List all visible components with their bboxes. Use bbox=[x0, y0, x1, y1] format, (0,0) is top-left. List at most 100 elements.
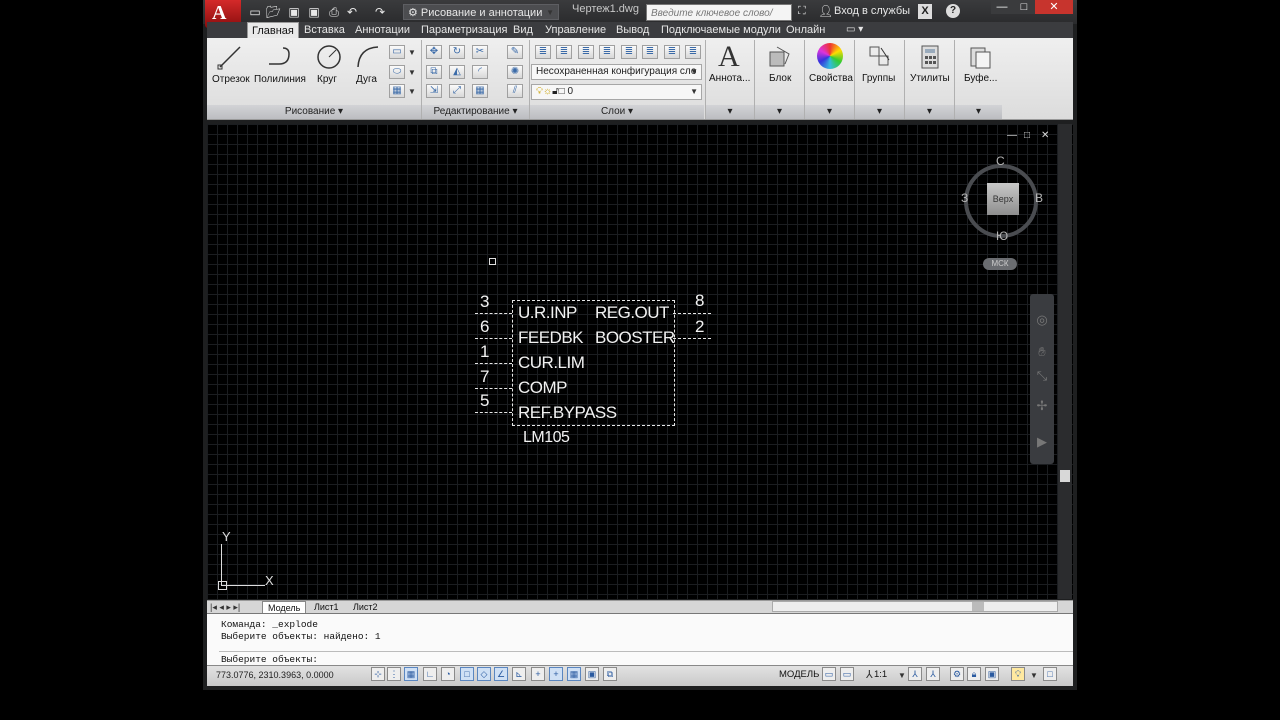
polar-tracking-icon[interactable]: ◔ bbox=[441, 667, 455, 681]
ortho-mode-icon[interactable]: ∟ bbox=[423, 667, 437, 681]
fillet-icon[interactable]: ◜ bbox=[472, 65, 488, 79]
signin-button[interactable]: Вход в службы bbox=[834, 5, 910, 17]
quick-view-layouts-icon[interactable]: ▭ bbox=[822, 667, 836, 681]
workspace-dropdown[interactable]: ⚙ Рисование и аннотации ▼ bbox=[403, 4, 559, 20]
layer-match-icon[interactable]: ≣ bbox=[664, 45, 680, 59]
tab-annotate[interactable]: Аннотации bbox=[355, 22, 410, 38]
annotation-panel-expand[interactable]: ▾ bbox=[706, 105, 754, 119]
infer-constraints-icon[interactable]: ⊹ bbox=[371, 667, 385, 681]
undo-icon[interactable]: ↶ bbox=[345, 5, 359, 19]
tab-output[interactable]: Вывод bbox=[616, 22, 649, 38]
hatch-icon[interactable]: ▦ bbox=[389, 84, 405, 98]
close-button[interactable]: ✕ bbox=[1035, 0, 1073, 14]
viewport-minimize-button[interactable]: — bbox=[1007, 130, 1017, 141]
mirror-icon[interactable]: ◭ bbox=[449, 65, 465, 79]
move-icon[interactable]: ✥ bbox=[426, 45, 442, 59]
open-icon[interactable]: 📂︎ bbox=[266, 5, 281, 19]
properties-button-label[interactable]: Свойства bbox=[809, 73, 853, 84]
tab-home[interactable]: Главная bbox=[247, 22, 299, 38]
new-icon[interactable]: ▭ bbox=[248, 5, 262, 19]
ribbon-minimize-icon[interactable]: ▭ ▾ bbox=[846, 24, 863, 35]
draw-panel-label[interactable]: Рисование ▾ bbox=[207, 105, 421, 119]
ucs-menu[interactable]: МСК bbox=[983, 258, 1017, 270]
annotation-button-label[interactable]: Аннота... bbox=[709, 73, 750, 84]
auto-scale-icon[interactable]: ⅄ bbox=[926, 667, 940, 681]
arc-tool-label[interactable]: Дуга bbox=[356, 74, 377, 85]
zoom-extents-icon[interactable]: ⤡ bbox=[1034, 368, 1050, 384]
viewport-restore-button[interactable]: □ bbox=[1024, 130, 1030, 141]
block-icon[interactable] bbox=[767, 44, 793, 70]
quick-view-drawings-icon[interactable]: ▭ bbox=[840, 667, 854, 681]
polyline-tool-label[interactable]: Полилиния bbox=[254, 74, 306, 85]
compass-south[interactable]: Ю bbox=[996, 229, 1008, 243]
tab-insert[interactable]: Вставка bbox=[304, 22, 345, 38]
layer-freeze-icon[interactable]: ≣ bbox=[599, 45, 615, 59]
ellipse-dropdown-icon[interactable]: ▼ bbox=[408, 68, 416, 77]
help-button[interactable]: ? bbox=[946, 4, 960, 18]
groups-panel-expand[interactable]: ▾ bbox=[855, 105, 904, 119]
layer-state-icon[interactable]: ≣ bbox=[556, 45, 572, 59]
scale-dropdown-icon[interactable]: ▼ bbox=[898, 671, 906, 680]
stretch-icon[interactable]: ⇲ bbox=[426, 84, 442, 98]
layer-off-icon[interactable]: ≣ bbox=[621, 45, 637, 59]
save-as-icon[interactable]: ▣ bbox=[307, 5, 321, 19]
array-icon[interactable]: ▦ bbox=[472, 84, 488, 98]
utilities-panel-expand[interactable]: ▾ bbox=[905, 105, 954, 119]
tab-layout2[interactable]: Лист2 bbox=[350, 601, 381, 613]
line-tool-label[interactable]: Отрезок bbox=[212, 74, 250, 85]
vertical-scrollbar[interactable] bbox=[1058, 124, 1072, 599]
isolate-objects-icon[interactable]: 💡︎ bbox=[1011, 667, 1025, 681]
hardware-acceleration-icon[interactable]: ▣ bbox=[985, 667, 999, 681]
transparency-icon[interactable]: ▦ bbox=[567, 667, 581, 681]
lineweight-icon[interactable]: + bbox=[549, 667, 563, 681]
dynamic-ucs-icon[interactable]: ⊾ bbox=[512, 667, 526, 681]
plot-icon[interactable]: ⎙ bbox=[327, 5, 341, 19]
utilities-icon[interactable] bbox=[917, 44, 943, 70]
orbit-icon[interactable]: ✢ bbox=[1034, 398, 1050, 414]
annotation-scale[interactable]: 1:1 bbox=[874, 669, 887, 680]
model-space-toggle[interactable]: МОДЕЛЬ bbox=[779, 669, 819, 680]
binoculars-icon[interactable]: ⛶ bbox=[798, 5, 806, 18]
object-snap-tracking-icon[interactable]: ∠ bbox=[494, 667, 508, 681]
command-prompt[interactable]: Выберите объекты: bbox=[221, 654, 318, 665]
annotation-visibility-icon[interactable]: ⅄ bbox=[908, 667, 922, 681]
grip-point[interactable] bbox=[489, 258, 496, 265]
layer-state-dropdown[interactable]: Несохраненная конфигурация сло ▼ bbox=[531, 64, 702, 80]
tab-plugins[interactable]: Подключаемые модули bbox=[661, 22, 781, 38]
tab-manage[interactable]: Управление bbox=[545, 22, 606, 38]
layers-panel-label[interactable]: Слои ▾ bbox=[530, 105, 704, 119]
minimize-button[interactable]: — bbox=[991, 0, 1013, 14]
properties-icon[interactable] bbox=[817, 43, 843, 69]
polyline-icon[interactable] bbox=[267, 44, 293, 70]
layer-walk-icon[interactable]: ≣ bbox=[685, 45, 701, 59]
modify-panel-label[interactable]: Редактирование ▾ bbox=[422, 105, 529, 119]
offset-icon[interactable]: ⫽ bbox=[507, 84, 523, 98]
horizontal-scrollbar[interactable] bbox=[772, 601, 1058, 612]
exchange-icon[interactable]: X bbox=[918, 4, 932, 19]
clipboard-button-label[interactable]: Буфе... bbox=[964, 73, 997, 84]
properties-panel-expand[interactable]: ▾ bbox=[805, 105, 854, 119]
circle-tool-label[interactable]: Круг bbox=[317, 74, 337, 85]
quick-properties-icon[interactable]: ▣ bbox=[585, 667, 599, 681]
layer-dropdown[interactable]: 💡︎☼🔓︎□ 0 ▼ bbox=[531, 84, 702, 100]
coordinates-readout[interactable]: 773.0776, 2310.3963, 0.0000 bbox=[216, 670, 334, 680]
horizontal-scroll-thumb[interactable] bbox=[972, 602, 984, 611]
redo-icon[interactable]: ↷ bbox=[373, 5, 387, 19]
viewcube-top-face[interactable]: Верх bbox=[987, 183, 1019, 215]
object-snap-icon[interactable]: □ bbox=[460, 667, 474, 681]
tab-view[interactable]: Вид bbox=[513, 22, 533, 38]
compass-west[interactable]: З bbox=[961, 191, 968, 205]
rectangle-dropdown-icon[interactable]: ▼ bbox=[408, 48, 416, 57]
maximize-button[interactable]: □ bbox=[1013, 0, 1035, 14]
lock-ui-icon[interactable]: 🔒︎ bbox=[967, 667, 981, 681]
layout-nav-arrows[interactable]: |◂ ◂ ▸ ▸| bbox=[210, 601, 240, 613]
groups-button-label[interactable]: Группы bbox=[862, 73, 895, 84]
hatch-dropdown-icon[interactable]: ▼ bbox=[408, 87, 416, 96]
compass-east[interactable]: В bbox=[1035, 191, 1043, 205]
tab-online[interactable]: Онлайн bbox=[786, 22, 825, 38]
utilities-button-label[interactable]: Утилиты bbox=[910, 73, 950, 84]
selection-cycling-icon[interactable]: ⧉ bbox=[603, 667, 617, 681]
copy-icon[interactable]: ⧉ bbox=[426, 65, 442, 79]
explode-icon[interactable]: ✺ bbox=[507, 65, 523, 79]
block-button-label[interactable]: Блок bbox=[769, 73, 791, 84]
